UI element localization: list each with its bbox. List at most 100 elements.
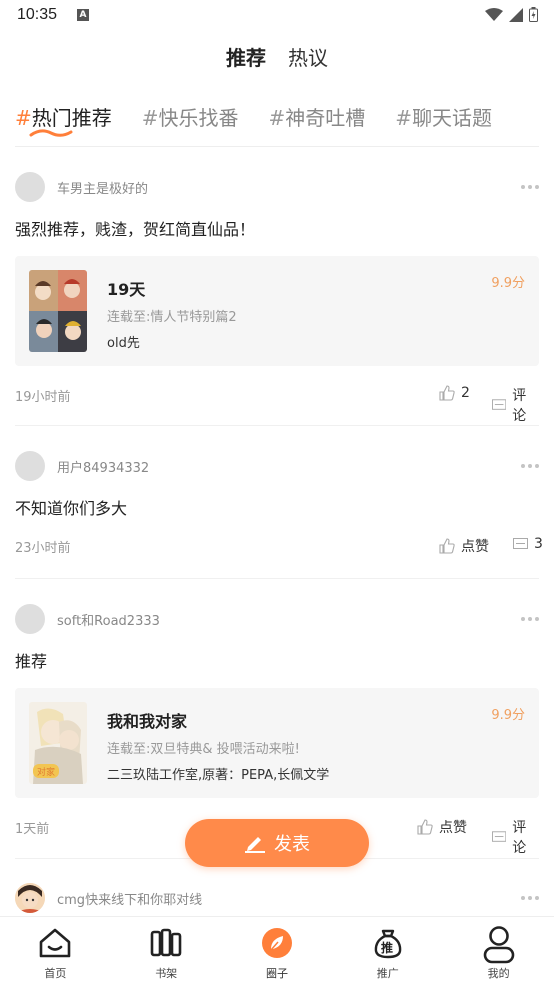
topic-label: 神奇吐槽 [285,106,366,130]
publish-button[interactable]: 发表 [185,819,369,867]
post-card[interactable]: 车男主是极好的 强烈推荐，贱渣，贺红简直仙品！ 19天 连载至:情人节特别篇2 … [15,172,539,424]
tab-recommend[interactable]: 推荐 [226,42,266,72]
nav-circle[interactable]: 圈子 [222,917,333,984]
topic-hot-recommend[interactable]: #热门推荐 [15,102,112,137]
bottom-nav: 首页 书架 圈子 推 推广 我的 [0,916,554,984]
like-button[interactable]: 2 [439,385,470,401]
post-card[interactable]: soft和Road2333 推荐 对家 我和我对家 连载至:双旦特典& 投喂活动… [15,604,539,856]
wave-underline-icon [29,129,73,137]
post-card[interactable]: cmg快来线下和你耶对线 [15,883,539,913]
notification-icon: A [77,9,89,21]
like-button[interactable]: 点赞 [417,817,467,837]
battery-icon [529,7,538,22]
top-tabs: 推荐 热议 [0,42,554,76]
publish-label: 发表 [274,834,310,855]
more-icon[interactable] [517,461,539,471]
promote-icon: 推 [370,925,406,961]
book-update-status: 连载至:情人节特别篇2 [107,310,237,325]
divider [15,578,539,579]
like-count: 2 [461,385,470,401]
book-cover: 对家 [29,702,87,784]
nav-profile[interactable]: 我的 [443,917,554,984]
status-time: 10:35 [17,6,58,23]
username[interactable]: 车男主是极好的 [57,178,517,197]
hash-symbol: # [268,106,286,130]
thumbs-up-icon [439,538,455,554]
post-header: soft和Road2333 [15,604,539,634]
nav-label: 首页 [44,967,67,980]
post-footer: 19小时前 2 评论 [15,384,539,424]
hash-symbol: # [15,106,32,130]
username[interactable]: cmg快来线下和你耶对线 [57,889,517,908]
topic-rant[interactable]: #神奇吐槽 [269,102,366,131]
book-title: 我和我对家 [107,712,188,731]
nav-home[interactable]: 首页 [0,917,111,984]
book-card[interactable]: 对家 我和我对家 连载至:双旦特典& 投喂活动来啦! 二三玖陆工作室,原著：PE… [15,688,539,798]
comment-button[interactable]: 评论 [492,385,539,425]
topic-label: 热门推荐 [31,106,112,130]
post-card[interactable]: 用户84934332 不知道你们多大 23小时前 点赞 3 [15,451,543,557]
nav-label: 书架 [155,967,178,980]
hash-symbol: # [141,106,159,130]
book-score: 9.9分 [491,708,525,723]
wifi-icon [485,7,503,21]
comment-label: 评论 [512,820,527,856]
topic-happy-find[interactable]: #快乐找番 [142,102,239,131]
comment-icon [513,537,528,549]
nav-label: 圈子 [265,967,288,980]
pen-icon [245,837,265,853]
post-header: 用户84934332 [15,451,539,481]
nav-label: 推广 [376,967,399,980]
post-header: cmg快来线下和你耶对线 [15,883,539,913]
profile-icon [481,925,517,965]
signal-icon [509,7,523,22]
comment-button[interactable]: 评论 [492,817,539,857]
post-header: 车男主是极好的 [15,172,539,202]
post-footer: 23小时前 点赞 3 [15,535,543,557]
status-bar: 10:35 A [0,0,554,32]
topic-label: 聊天话题 [412,106,493,130]
hash-symbol: # [395,106,413,130]
divider [15,425,539,426]
topic-label: 快乐找番 [158,106,239,130]
home-icon [37,925,73,961]
nav-bookshelf[interactable]: 书架 [111,917,222,984]
book-author: old先 [107,336,140,351]
avatar[interactable] [15,451,45,481]
thumbs-up-icon [439,385,455,401]
book-author: 二三玖陆工作室,原著：PEPA,长佩文学 [107,768,330,783]
comment-count: 3 [534,536,543,552]
avatar[interactable] [15,172,45,202]
topic-chat[interactable]: #聊天话题 [395,102,492,131]
post-text: 强烈推荐，贱渣，贺红简直仙品！ [15,220,256,239]
svg-text:对家: 对家 [37,766,55,778]
avatar[interactable] [15,604,45,634]
tab-hot-discussion[interactable]: 热议 [288,42,328,72]
post-time: 23小时前 [15,541,71,556]
post-text: 不知道你们多大 [15,499,128,518]
bookshelf-icon [148,925,184,961]
thumbs-up-icon [417,819,433,835]
book-score: 9.9分 [491,276,525,291]
more-icon[interactable] [517,182,539,192]
post-time: 19小时前 [15,390,71,405]
book-update-status: 连载至:双旦特典& 投喂活动来啦! [107,742,300,757]
nav-promote[interactable]: 推 推广 [332,917,443,984]
avatar[interactable] [15,883,45,913]
username[interactable]: soft和Road2333 [57,610,517,629]
like-button[interactable]: 点赞 [439,536,489,556]
post-time: 1天前 [15,822,50,837]
topic-tabs: #热门推荐 #快乐找番 #神奇吐槽 #聊天话题 [15,102,554,137]
comment-button[interactable]: 3 [513,536,543,552]
like-label: 点赞 [439,820,467,836]
svg-text:推: 推 [381,940,393,955]
more-icon[interactable] [517,614,539,624]
circle-icon [259,925,295,961]
comment-label: 评论 [512,388,527,424]
book-card[interactable]: 19天 连载至:情人节特别篇2 old先 9.9分 [15,256,539,366]
more-icon[interactable] [517,893,539,903]
book-title: 19天 [107,280,146,299]
comment-icon [492,398,507,410]
username[interactable]: 用户84934332 [57,457,517,476]
status-icons [485,7,538,22]
